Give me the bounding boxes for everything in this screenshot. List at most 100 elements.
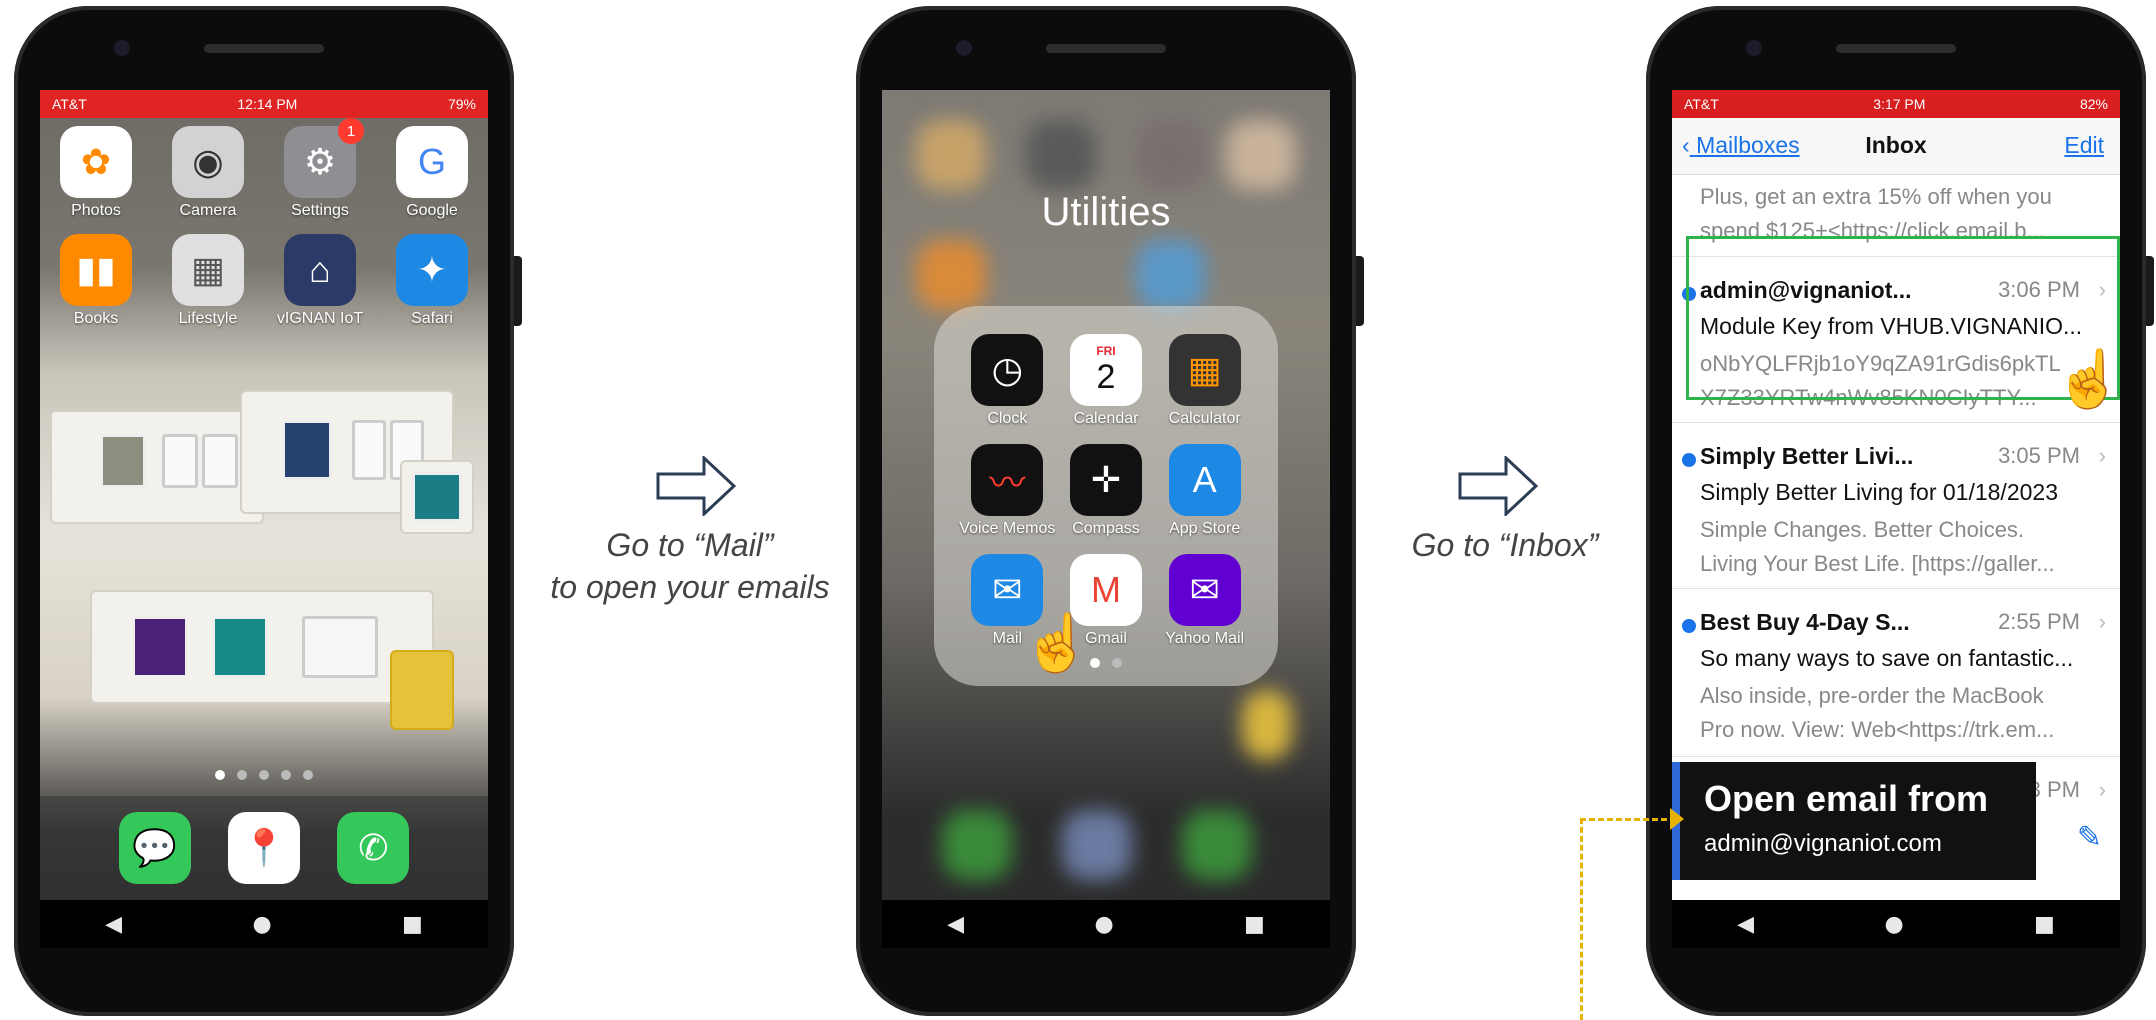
folder-yahoo-mail-app[interactable]: ✉ Yahoo Mail	[1155, 554, 1254, 648]
vignan-iot-icon: ⌂	[284, 234, 356, 306]
inbox-title: Inbox	[1865, 132, 1927, 158]
app-label: Yahoo Mail	[1165, 630, 1245, 647]
earpiece-speaker	[1836, 44, 1956, 53]
wallpaper-switchboard	[400, 460, 474, 534]
recents-nav-icon[interactable]: ■	[1244, 912, 1265, 937]
list-item[interactable]: Simply Better Livi... 3:05 PM › Simply Bett…	[1672, 422, 2120, 589]
back-nav-icon[interactable]: ◀	[105, 912, 122, 937]
recents-nav-icon[interactable]: ■	[402, 912, 423, 937]
android-nav-bar: ◀ ● ■	[882, 900, 1330, 948]
folder-app-grid: ◷ Clock FRI 2 Calendar ▦ Calculator 〰 Voice Memo…	[958, 334, 1254, 648]
message-sender: Best Buy 4-Day S...	[1700, 609, 1910, 635]
caption-line: Go to “Mail”	[606, 527, 774, 563]
message-time: 3:05 PM	[1998, 443, 2080, 468]
phone-utilities-folder: Utilities ◷ Clock FRI 2 Calendar ▦ Calculator 〰…	[856, 6, 1364, 1016]
home-lifestyle-folder-app[interactable]: ▦ Lifestyle	[152, 234, 264, 328]
calculator-icon: ▦	[1168, 334, 1241, 406]
side-button	[2146, 256, 2154, 326]
home-screen: AT&T 12:14 PM 79% ✿ Photos ◉ Camera ⚙ 1 Settin…	[40, 90, 488, 900]
battery-label: 82%	[2079, 96, 2108, 112]
app-label: App Store	[1169, 520, 1241, 537]
recents-nav-icon[interactable]: ■	[2034, 912, 2055, 937]
callout-subtitle: admin@vignaniot.com	[1704, 830, 1942, 857]
home-nav-icon[interactable]: ●	[1094, 912, 1113, 937]
home-books-app[interactable]: ▮▮ Books	[40, 234, 152, 328]
compose-icon[interactable]: ✎	[2077, 820, 2102, 855]
home-nav-icon[interactable]: ●	[252, 912, 271, 937]
step-caption-inbox: Go to “Inbox”	[1380, 524, 1630, 566]
step-caption-mail: Go to “Mail” to open your emails	[540, 524, 840, 608]
photos-icon: ✿	[60, 126, 132, 198]
clock-label: 3:17 PM	[1873, 96, 1926, 112]
callout-connector	[1580, 818, 1676, 821]
unread-dot-icon	[1682, 619, 1696, 633]
folder-screen: Utilities ◷ Clock FRI 2 Calendar ▦ Calculator 〰…	[882, 90, 1330, 900]
message-time: 2:55 PM	[1998, 609, 2080, 634]
google-icon: G	[396, 126, 468, 198]
messages-icon: 💬	[118, 812, 191, 884]
chevron-right-icon: ›	[2098, 777, 2106, 802]
settings-icon: ⚙ 1	[284, 118, 364, 198]
dock-messages-app[interactable]: 💬	[118, 812, 191, 884]
preview-line: Plus, get an extra 15% off when you	[1700, 184, 2052, 209]
folder-compass-app[interactable]: ✛ Compass	[1057, 444, 1156, 538]
page-indicator	[40, 770, 488, 780]
earpiece-speaker	[204, 44, 324, 53]
compass-icon: ✛	[1069, 444, 1142, 516]
mail-nav-bar: ‹ Mailboxes Inbox Edit	[1672, 118, 2120, 175]
app-label: Compass	[1072, 520, 1140, 537]
utilities-folder: ◷ Clock FRI 2 Calendar ▦ Calculator 〰 Voice Memo…	[934, 306, 1278, 686]
home-settings-app[interactable]: ⚙ 1 Settings	[264, 118, 376, 220]
back-nav-icon[interactable]: ◀	[947, 912, 964, 937]
home-nav-icon[interactable]: ●	[1884, 912, 1903, 937]
message-sender: Simply Better Livi...	[1700, 443, 1914, 469]
home-vignan-iot-app[interactable]: ⌂ vIGNAN IoT	[264, 234, 376, 328]
home-safari-app[interactable]: ✦ Safari	[376, 234, 488, 328]
caption-line: Go to “Inbox”	[1411, 527, 1599, 563]
folder-calculator-app[interactable]: ▦ Calculator	[1155, 334, 1254, 428]
home-camera-app[interactable]: ◉ Camera	[152, 126, 264, 220]
app-store-icon: A	[1168, 444, 1241, 516]
mail-app: AT&T 3:17 PM 82% ‹ Mailboxes Inbox Edit …	[1672, 90, 2120, 900]
lifestyle-folder-icon: ▦	[172, 234, 244, 306]
phone-home-screen: AT&T 12:14 PM 79% ✿ Photos ◉ Camera ⚙ 1 Settin…	[14, 6, 522, 1016]
app-label: Google	[406, 202, 458, 219]
wallpaper-switchboard	[50, 410, 264, 524]
edit-button[interactable]: Edit	[2064, 132, 2104, 159]
message-subject: Simply Better Living for 01/18/2023	[1700, 479, 2058, 505]
phone-mail-inbox: AT&T 3:17 PM 82% ‹ Mailboxes Inbox Edit …	[1646, 6, 2154, 1016]
list-item[interactable]: Best Buy 4-Day S... 2:55 PM › So many ways …	[1672, 588, 2120, 755]
arrow-right-icon	[1458, 456, 1538, 516]
app-label: Safari	[411, 310, 453, 327]
home-photos-app[interactable]: ✿ Photos	[40, 126, 152, 220]
folder-clock-app[interactable]: ◷ Clock	[958, 334, 1057, 428]
wallpaper-switchboard	[390, 650, 454, 730]
app-label: Camera	[179, 202, 237, 219]
android-nav-bar: ◀ ● ■	[1672, 900, 2120, 948]
home-google-app[interactable]: G Google	[376, 126, 488, 220]
folder-title: Utilities	[1041, 190, 1171, 234]
front-camera	[956, 40, 972, 56]
google-maps-icon: 📍	[227, 812, 300, 884]
dock-google-maps-app[interactable]: 📍	[227, 812, 300, 884]
carrier-label: AT&T	[1684, 96, 1719, 112]
callout-tooltip: Open email from admin@vignaniot.com	[1672, 762, 2036, 880]
inbox-screen: AT&T 3:17 PM 82% ‹ Mailboxes Inbox Edit …	[1672, 90, 2120, 900]
app-label: Photos	[71, 202, 121, 219]
camera-icon: ◉	[172, 126, 244, 198]
message-preview: Also inside, pre-order the MacBook Pro no…	[1700, 683, 2055, 742]
dock-phone-app[interactable]: ✆	[337, 812, 410, 884]
callout-title: Open email from	[1704, 778, 1989, 819]
callout-connector	[1580, 818, 1583, 1020]
arrow-right-icon	[656, 456, 736, 516]
app-label: Voice Memos	[959, 520, 1056, 537]
notification-badge: 1	[338, 118, 364, 144]
folder-calendar-app[interactable]: FRI 2 Calendar	[1057, 334, 1156, 428]
back-nav-icon[interactable]: ◀	[1737, 912, 1754, 937]
safari-icon: ✦	[396, 234, 468, 306]
folder-voice-memos-app[interactable]: 〰 Voice Memos	[958, 444, 1057, 538]
side-button	[514, 256, 522, 326]
folder-app-store-app[interactable]: A App Store	[1155, 444, 1254, 538]
folder-page-indicator	[934, 658, 1278, 668]
app-label: Clock	[987, 410, 1028, 427]
